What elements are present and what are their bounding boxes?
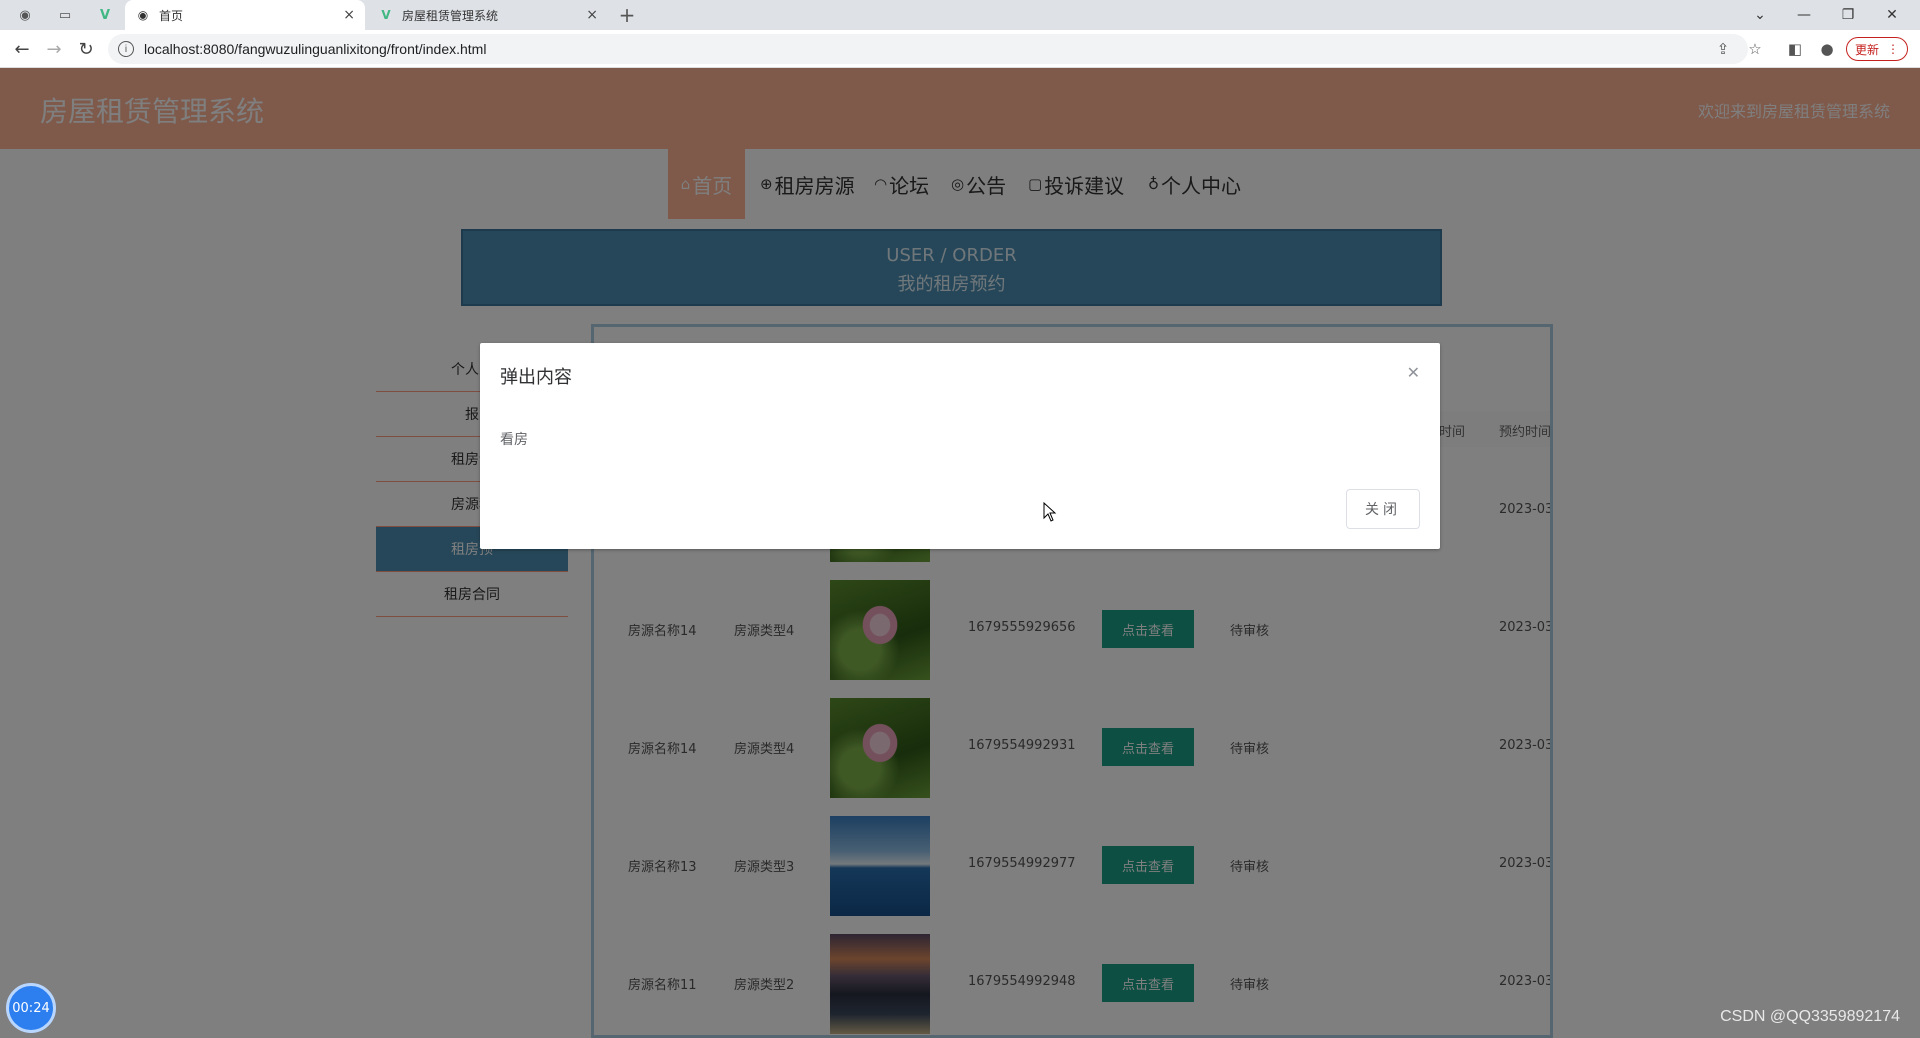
close-icon[interactable]: × — [586, 7, 598, 23]
watermark: CSDN @QQ3359892174 — [1720, 1008, 1900, 1025]
globe-icon[interactable]: ◉ — [10, 0, 40, 30]
minimize-icon[interactable]: — — [1782, 0, 1826, 30]
chevron-down-icon[interactable]: ⌄ — [1738, 0, 1782, 30]
tab-label: 房屋租赁管理系统 — [402, 8, 499, 23]
tab-label: 首页 — [159, 8, 184, 23]
dialog-title: 弹出内容 — [500, 367, 572, 388]
browser-tab-home[interactable]: ◉ 首页 × — [125, 0, 365, 30]
dialog-content: 看房 — [500, 432, 528, 448]
profile-icon[interactable]: ● — [1812, 30, 1842, 68]
star-icon[interactable]: ☆ — [1740, 30, 1770, 68]
recording-timer: 00:24 — [6, 983, 56, 1033]
restore-icon[interactable]: ❐ — [1826, 0, 1870, 30]
close-button[interactable]: 关闭 — [1346, 489, 1420, 529]
blank-tab-icon[interactable]: ▭ — [50, 0, 80, 30]
more-icon: ⋮ — [1887, 42, 1899, 56]
browser-toolbar: ← → ↻ i localhost:8080/fangwuzulinguanli… — [0, 30, 1920, 68]
reload-icon[interactable]: ↻ — [72, 30, 100, 68]
url-text: localhost:8080/fangwuzulinguanlixitong/f… — [144, 41, 487, 57]
sidebar-icon[interactable]: ◧ — [1780, 30, 1810, 68]
update-label: 更新 — [1854, 42, 1879, 57]
close-icon[interactable]: ✕ — [1407, 363, 1420, 382]
modal-overlay[interactable] — [0, 68, 1920, 1038]
vue-logo-icon: V — [381, 8, 391, 22]
mouse-cursor-icon — [1043, 502, 1057, 522]
browser-tab-bar: ◉ ▭ V ◉ 首页 × V 房屋租赁管理系统 × + ⌄ — ❐ ✕ — [0, 0, 1920, 30]
update-button[interactable]: 更新 ⋮ — [1845, 37, 1908, 61]
vue-logo-icon[interactable]: V — [90, 0, 120, 30]
address-bar[interactable]: i localhost:8080/fangwuzulinguanlixitong… — [108, 34, 1748, 64]
new-tab-button[interactable]: + — [612, 0, 642, 30]
popup-dialog: 弹出内容 ✕ 看房 关闭 — [480, 343, 1440, 549]
info-icon[interactable]: i — [118, 41, 134, 57]
forward-arrow-icon[interactable]: → — [40, 30, 68, 68]
back-arrow-icon[interactable]: ← — [8, 30, 36, 68]
window-close-icon[interactable]: ✕ — [1870, 0, 1914, 30]
browser-tab-system[interactable]: V 房屋租赁管理系统 × — [368, 0, 608, 30]
globe-icon: ◉ — [137, 8, 149, 22]
close-icon[interactable]: × — [343, 7, 355, 23]
share-icon[interactable]: ⇪ — [1708, 30, 1738, 68]
